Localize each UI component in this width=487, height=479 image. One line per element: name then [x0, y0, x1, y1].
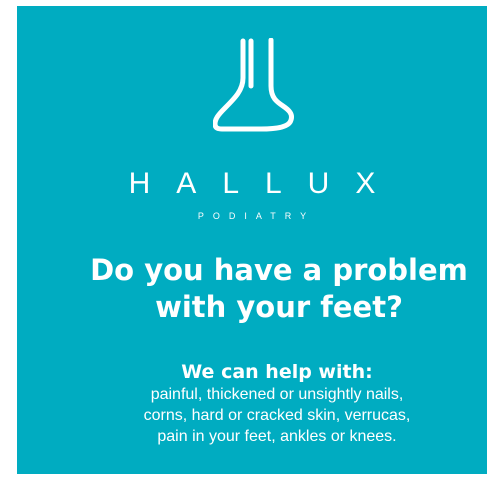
- help-line-3: pain in your feet, ankles or knees.: [157, 428, 397, 445]
- help-title: We can help with:: [181, 361, 373, 383]
- brand-subtitle: PODIATRY: [197, 211, 316, 221]
- help-line-2: corns, hard or cracked skin, verrucas,: [143, 407, 411, 424]
- headline-line-1: Do you have a problem: [90, 253, 468, 287]
- help-block: We can help with: painful, thickened or …: [57, 360, 487, 447]
- brand-name: HALLUX: [128, 167, 402, 200]
- headline: Do you have a problem with your feet?: [79, 252, 479, 326]
- headline-line-2: with your feet?: [155, 290, 403, 324]
- advert-card: HALLUX PODIATRY Do you have a problem wi…: [17, 6, 487, 474]
- foot-icon: [213, 38, 294, 132]
- help-line-1: painful, thickened or unsightly nails,: [150, 386, 404, 403]
